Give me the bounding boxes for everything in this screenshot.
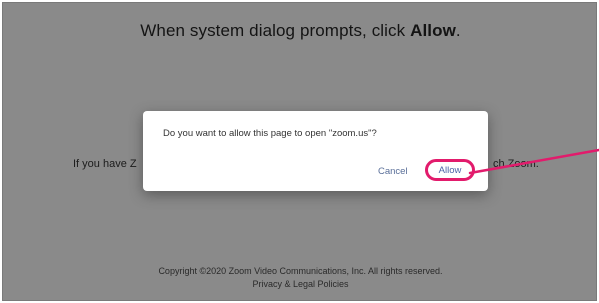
install-prompt-text-right[interactable]: ch Zoom. — [493, 158, 539, 170]
privacy-legal-link[interactable]: Privacy & Legal Policies — [3, 278, 596, 291]
screenshot-frame: When system dialog prompts, click Allow.… — [0, 0, 599, 303]
install-prompt-text-left: If you have Z — [73, 158, 137, 170]
copyright-text: Copyright ©2020 Zoom Video Communication… — [158, 266, 443, 276]
heading-allow-word: Allow — [410, 21, 456, 40]
allow-button[interactable]: Allow — [425, 159, 475, 181]
dialog-message: Do you want to allow this page to open "… — [163, 128, 377, 139]
cancel-button[interactable]: Cancel — [378, 166, 408, 177]
heading-text: When system dialog prompts, click — [140, 21, 411, 40]
page-footer: Copyright ©2020 Zoom Video Communication… — [3, 265, 596, 291]
page-heading: When system dialog prompts, click Allow. — [3, 21, 596, 41]
open-app-dialog: Do you want to allow this page to open "… — [143, 111, 488, 191]
heading-period: . — [455, 21, 461, 40]
zoom-launch-page: When system dialog prompts, click Allow.… — [2, 2, 597, 301]
